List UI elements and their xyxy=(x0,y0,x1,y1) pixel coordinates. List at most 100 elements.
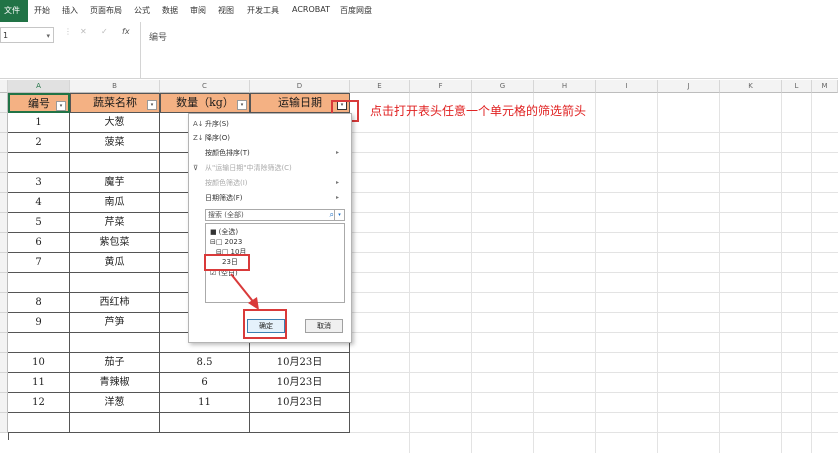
filter-search-input[interactable]: 搜索 (全部) ⌕ ▾ xyxy=(205,209,345,221)
header-cell-vegetable[interactable]: 蔬菜名称 ▾ xyxy=(70,93,160,113)
row-header[interactable] xyxy=(0,233,8,253)
table-cell[interactable]: 芹菜 xyxy=(70,213,160,233)
insert-function-icon[interactable]: fx xyxy=(122,27,130,36)
table-cell[interactable]: 4 xyxy=(8,193,70,213)
table-cell[interactable]: 菠菜 xyxy=(70,133,160,153)
table-cell[interactable]: 6 xyxy=(160,373,250,393)
table-cell[interactable] xyxy=(70,333,160,353)
column-header-m[interactable]: M xyxy=(812,80,838,93)
filter-tree-item[interactable]: ⊟□ 2023 xyxy=(210,237,242,247)
filter-arrow-icon[interactable]: ▾ xyxy=(237,100,247,110)
table-cell[interactable] xyxy=(70,413,160,433)
table-cell[interactable]: 6 xyxy=(8,233,70,253)
row-header[interactable] xyxy=(0,413,8,433)
table-cell[interactable]: 10月23日 xyxy=(250,393,350,413)
checkbox-icon[interactable]: □ xyxy=(216,238,223,246)
column-header-e[interactable]: E xyxy=(350,80,410,93)
row-header[interactable] xyxy=(0,113,8,133)
tab-page-layout[interactable]: 页面布局 xyxy=(90,5,122,16)
table-cell[interactable] xyxy=(8,273,70,293)
table-cell[interactable]: 5 xyxy=(8,213,70,233)
table-cell[interactable]: 8.5 xyxy=(160,353,250,373)
row-header[interactable] xyxy=(0,293,8,313)
row-header[interactable] xyxy=(0,213,8,233)
table-cell[interactable]: 紫包菜 xyxy=(70,233,160,253)
table-cell[interactable]: 魔芋 xyxy=(70,173,160,193)
tab-view[interactable]: 视图 xyxy=(218,5,234,16)
tab-file[interactable]: 文件 xyxy=(0,0,28,22)
table-cell[interactable] xyxy=(250,413,350,433)
table-cell[interactable] xyxy=(160,413,250,433)
filter-menu-item[interactable]: 日期筛选(F) ▸ xyxy=(193,192,343,204)
cancel-edit-icon[interactable]: ✕ xyxy=(80,27,87,36)
column-header-k[interactable]: K xyxy=(720,80,782,93)
table-cell[interactable] xyxy=(8,333,70,353)
table-cell[interactable]: 芦笋 xyxy=(70,313,160,333)
cancel-button[interactable]: 取消 xyxy=(305,319,343,333)
filter-tree-item[interactable]: ■ (全选) xyxy=(210,227,238,237)
column-header-h[interactable]: H xyxy=(534,80,596,93)
filter-menu-item[interactable]: Z↓降序(O) xyxy=(193,132,343,144)
table-cell[interactable]: 3 xyxy=(8,173,70,193)
table-cell[interactable]: 11 xyxy=(8,373,70,393)
tab-home[interactable]: 开始 xyxy=(34,5,50,16)
tab-developer[interactable]: 开发工具 xyxy=(247,5,279,16)
table-cell[interactable] xyxy=(70,153,160,173)
tab-baidu-netdisk[interactable]: 百度网盘 xyxy=(340,5,372,16)
column-header-i[interactable]: I xyxy=(596,80,658,93)
table-cell[interactable]: 9 xyxy=(8,313,70,333)
table-cell[interactable]: 洋葱 xyxy=(70,393,160,413)
column-header-c[interactable]: C xyxy=(160,80,250,93)
tab-formulas[interactable]: 公式 xyxy=(134,5,150,16)
table-cell[interactable]: 大葱 xyxy=(70,113,160,133)
table-cell[interactable] xyxy=(8,153,70,173)
chevron-down-icon[interactable]: ▾ xyxy=(334,210,344,220)
row-header[interactable] xyxy=(0,133,8,153)
table-cell[interactable]: 10月23日 xyxy=(250,373,350,393)
column-header-d[interactable]: D xyxy=(250,80,350,93)
row-header[interactable] xyxy=(0,173,8,193)
column-header-f[interactable]: F xyxy=(410,80,472,93)
tree-collapse-icon[interactable]: ⊟ xyxy=(210,238,216,246)
column-header-b[interactable]: B xyxy=(70,80,160,93)
table-cell[interactable]: 12 xyxy=(8,393,70,413)
table-cell[interactable]: 1 xyxy=(8,113,70,133)
filter-menu-item[interactable]: 按颜色排序(T) ▸ xyxy=(193,147,343,159)
table-cell[interactable]: 西红柿 xyxy=(70,293,160,313)
table-cell[interactable] xyxy=(8,413,70,433)
table-cell[interactable]: 黄瓜 xyxy=(70,253,160,273)
confirm-edit-icon[interactable]: ✓ xyxy=(101,27,108,36)
header-cell-quantity[interactable]: 数量（kg） ▾ xyxy=(160,93,250,113)
row-header[interactable] xyxy=(0,373,8,393)
filter-arrow-icon[interactable]: ▾ xyxy=(147,100,157,110)
table-cell[interactable]: 8 xyxy=(8,293,70,313)
table-cell[interactable]: 10月23日 xyxy=(250,353,350,373)
table-cell[interactable] xyxy=(70,273,160,293)
checkbox-icon[interactable]: ■ xyxy=(210,228,217,236)
tab-review[interactable]: 审阅 xyxy=(190,5,206,16)
filter-menu-item[interactable]: A↓升序(S) xyxy=(193,118,343,130)
row-header[interactable] xyxy=(0,313,8,333)
table-cell[interactable]: 茄子 xyxy=(70,353,160,373)
name-box-dropdown-icon[interactable]: ▾ xyxy=(46,28,50,44)
column-header-a[interactable]: A xyxy=(8,80,70,93)
table-cell[interactable]: 7 xyxy=(8,253,70,273)
header-cell-id[interactable]: 编号 ▾ xyxy=(8,93,70,113)
column-header-g[interactable]: G xyxy=(472,80,534,93)
tab-acrobat[interactable]: ACROBAT xyxy=(292,5,330,14)
row-header[interactable] xyxy=(0,153,8,173)
table-cell[interactable]: 青辣椒 xyxy=(70,373,160,393)
row-header[interactable] xyxy=(0,393,8,413)
name-box[interactable]: 1 ▾ xyxy=(0,27,54,43)
row-header[interactable] xyxy=(0,93,8,113)
tab-data[interactable]: 数据 xyxy=(162,5,178,16)
table-cell[interactable]: 南瓜 xyxy=(70,193,160,213)
row-header[interactable] xyxy=(0,273,8,293)
table-cell[interactable]: 10 xyxy=(8,353,70,373)
filter-arrow-icon[interactable]: ▾ xyxy=(56,101,66,111)
row-header[interactable] xyxy=(0,353,8,373)
formula-input[interactable]: 编号 xyxy=(140,22,838,78)
select-all-corner[interactable] xyxy=(0,80,8,93)
row-header[interactable] xyxy=(0,253,8,273)
worksheet-grid[interactable]: A B C D E F G H I J K L M 编号 ▾ 蔬菜名称 ▾ 数量… xyxy=(0,80,838,453)
